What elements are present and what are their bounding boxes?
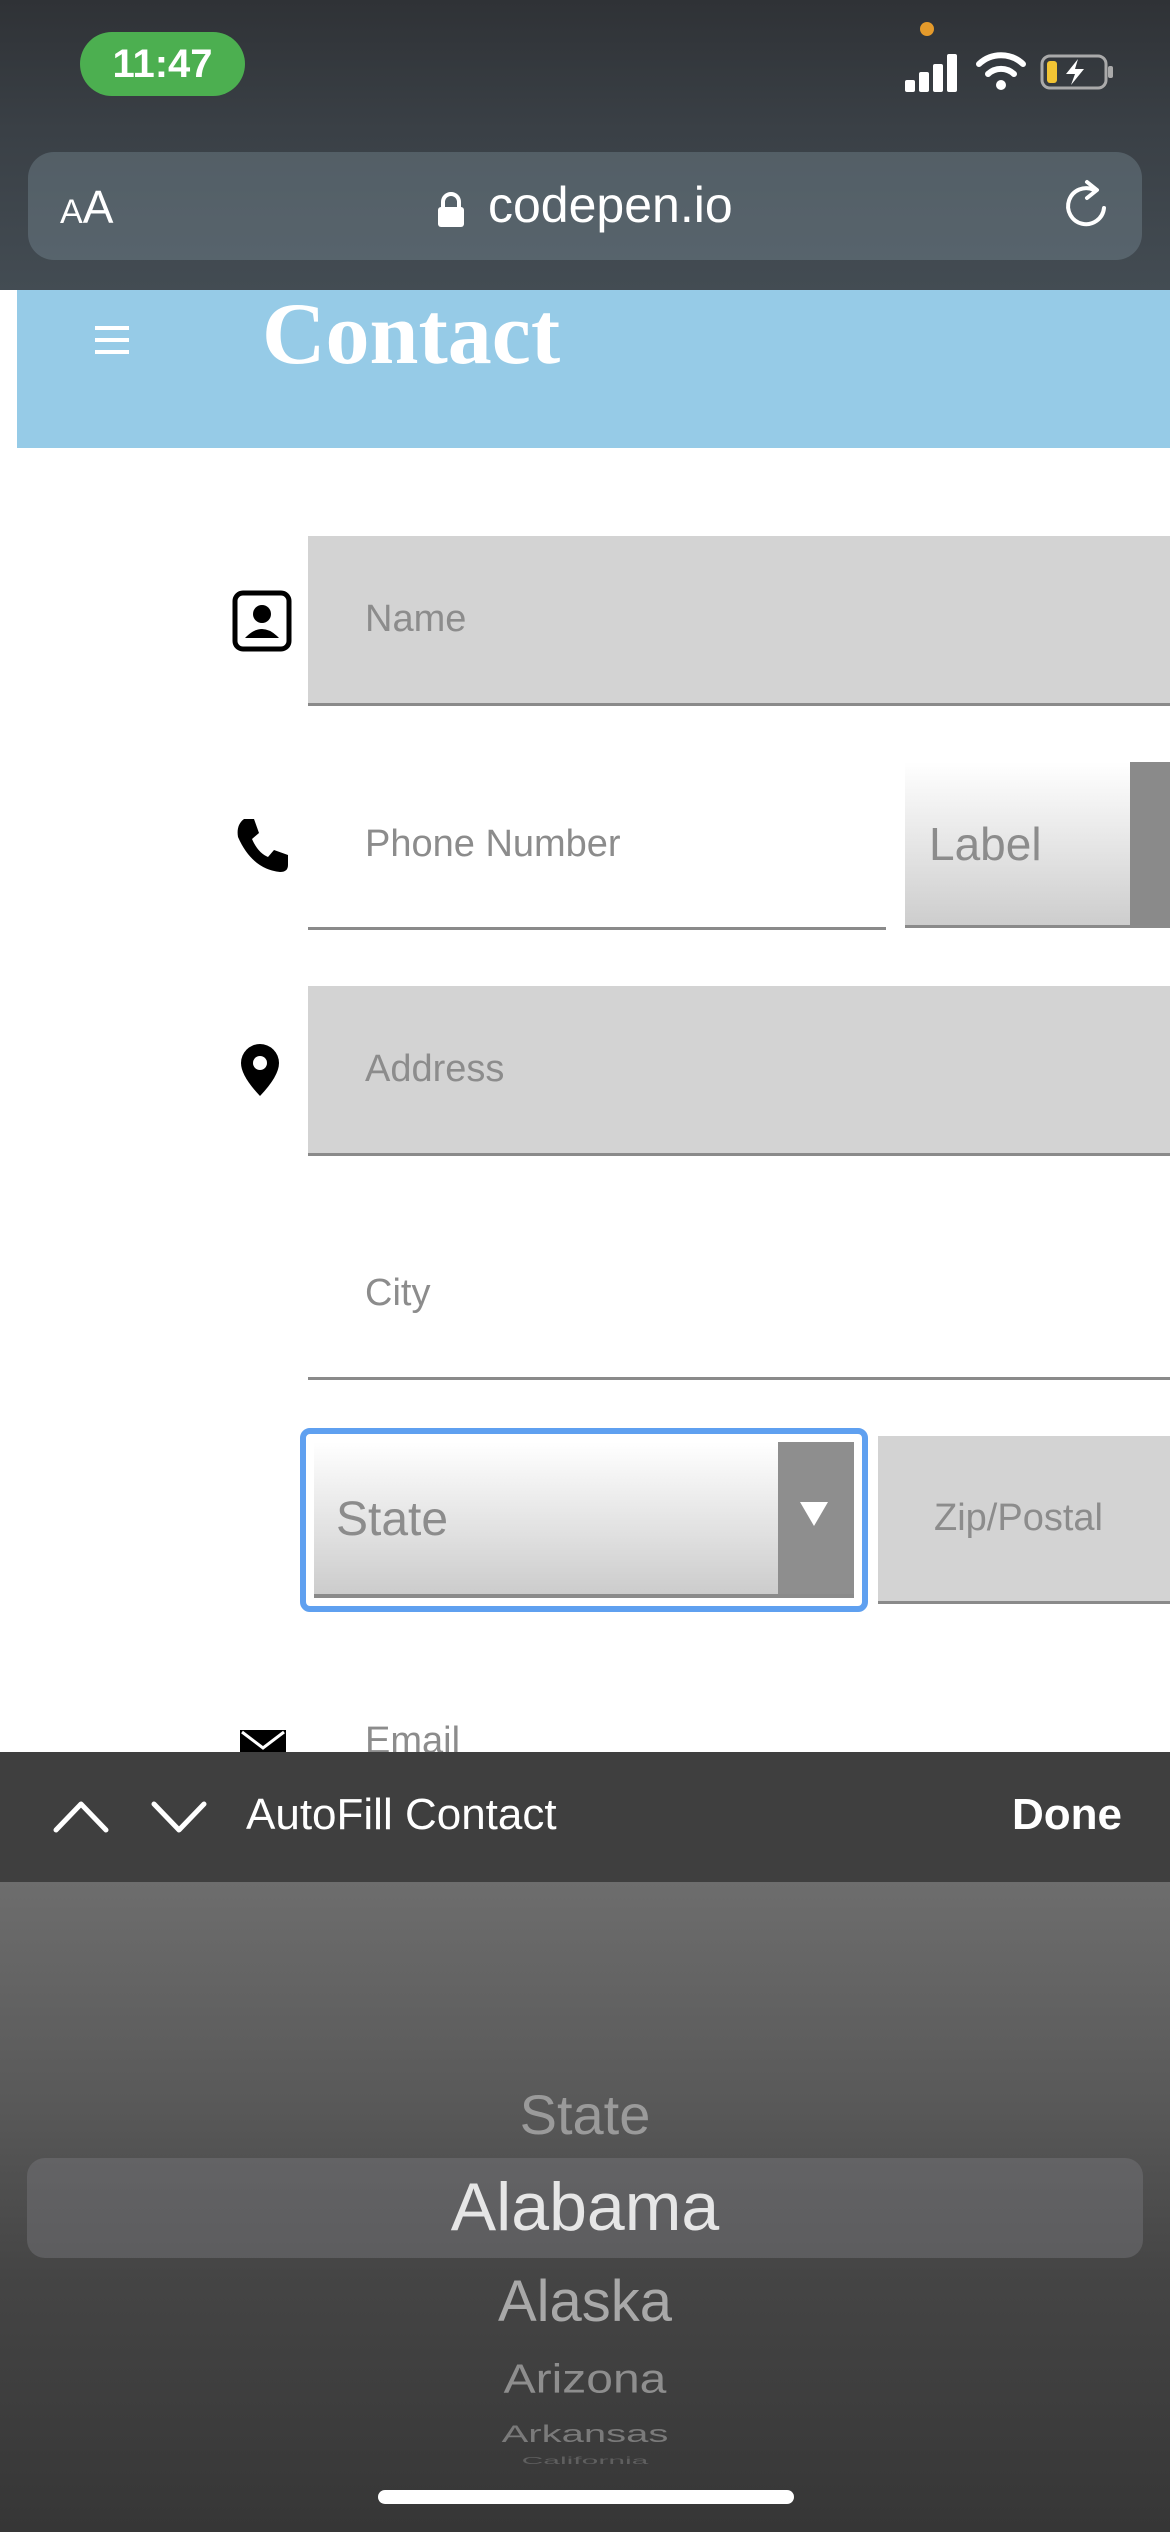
picker-option[interactable]: State [0,2082,1170,2147]
previous-field-chevron-up-icon[interactable] [52,1792,110,1842]
state-select-value: State [336,1493,449,1546]
city-field[interactable]: City [308,1210,1170,1380]
picker-option[interactable]: California [0,2455,1170,2467]
phone-label-select[interactable]: Label [905,762,1170,928]
state-picker-wheel[interactable]: State Alabama Alaska Arizona Arkansas Ca… [0,1882,1170,2532]
picker-option[interactable]: Alaska [0,2268,1170,2335]
name-field[interactable]: Name [308,536,1170,706]
dropdown-arrow-icon [778,1442,854,1594]
browser-chrome: 11:47 AA codepen.io [0,0,1170,290]
phone-number-field[interactable]: Phone Number [308,762,886,930]
address-field[interactable]: Address [308,986,1170,1156]
phone-icon [237,819,288,872]
camera-indicator-icon [920,22,934,36]
page-header: Contact [17,286,1170,448]
state-select[interactable]: State [300,1428,868,1612]
next-field-chevron-down-icon[interactable] [150,1792,208,1842]
address-bar[interactable]: AA codepen.io [28,152,1142,260]
lock-icon [438,192,464,227]
done-button[interactable]: Done [1012,1790,1122,1840]
autofill-contact-button[interactable]: AutoFill Contact [246,1790,557,1840]
picker-option[interactable]: Arizona [0,2356,1170,2403]
battery-charging-icon [1040,54,1113,90]
phone-label-text: Label [929,817,1042,870]
reload-icon[interactable] [1060,178,1114,234]
cellular-signal-icon [905,52,961,92]
wifi-icon [976,52,1026,90]
picker-option-selected[interactable]: Alabama [0,2168,1170,2246]
zip-postal-field[interactable]: Zip/Postal [878,1436,1170,1604]
picker-option[interactable]: Arkansas [0,2421,1170,2448]
contact-card-icon [232,590,292,652]
menu-icon[interactable] [95,326,129,356]
url-domain[interactable]: codepen.io [488,176,733,234]
status-time: 11:47 [80,32,245,96]
state-select-box[interactable]: State [314,1442,854,1598]
home-indicator[interactable] [378,2490,794,2504]
form-accessory-bar: AutoFill Contact Done [0,1752,1170,1882]
chevron-down-icon [1130,762,1170,925]
location-pin-icon [241,1044,279,1096]
text-size-button[interactable]: AA [60,180,113,234]
page-title: Contact [262,286,561,383]
